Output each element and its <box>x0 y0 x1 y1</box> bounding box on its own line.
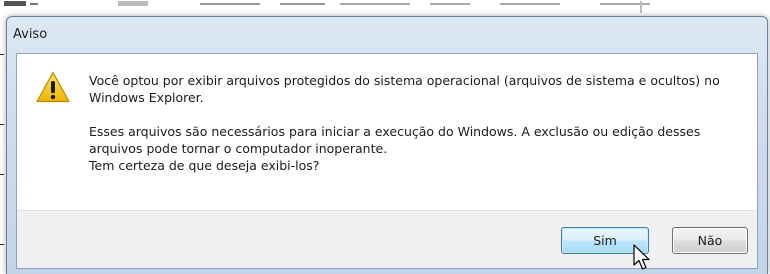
confirmation-question: Tem certeza de que deseja exibi-los? <box>89 158 320 173</box>
dialog-title: Aviso <box>13 27 48 42</box>
warning-dialog: Aviso Você optou por exibir arquivos pro… <box>6 16 768 274</box>
mouse-pointer-icon <box>633 244 650 270</box>
message-paragraph-2-body: Esses arquivos são necessários para inic… <box>89 124 701 156</box>
no-button[interactable]: Não <box>672 227 748 254</box>
message-paragraph-1: Você optou por exibir arquivos protegido… <box>89 73 720 105</box>
dialog-body: Você optou por exibir arquivos protegido… <box>16 53 758 269</box>
title-bar[interactable]: Aviso <box>7 17 767 53</box>
warning-icon <box>36 71 70 103</box>
background-window-left-edge <box>0 14 5 274</box>
background-window-fragments <box>4 1 650 13</box>
message-text: Você optou por exibir arquivos protegido… <box>89 72 739 174</box>
message-paragraph-2: Esses arquivos são necessários para inic… <box>89 123 739 174</box>
background-window-edge <box>0 0 770 14</box>
message-area: Você optou por exibir arquivos protegido… <box>17 54 757 210</box>
